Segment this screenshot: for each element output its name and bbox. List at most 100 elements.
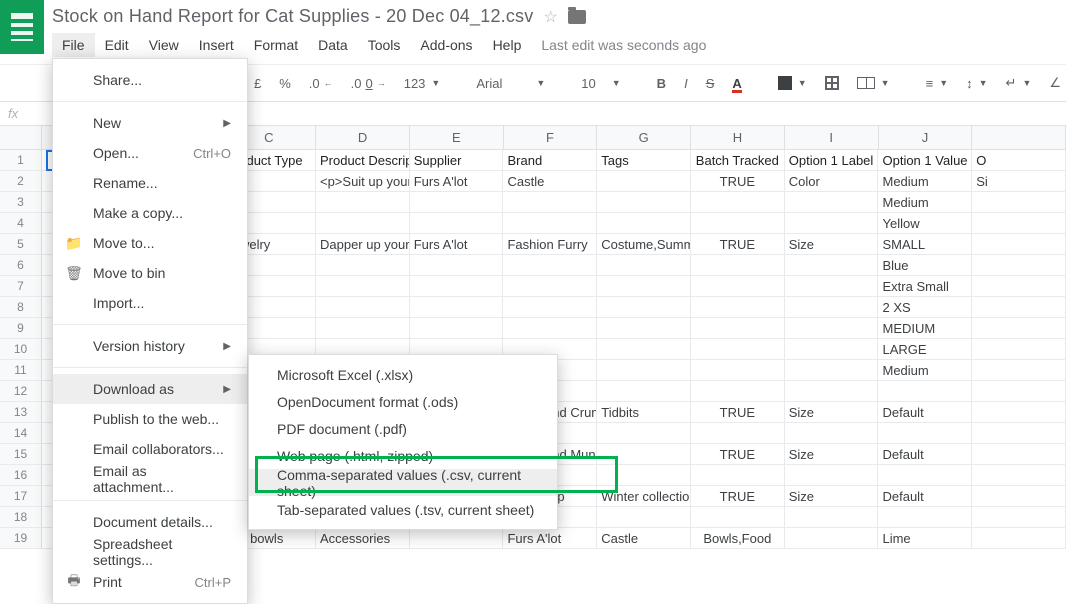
cell[interactable]: <p>Suit up your c [316,171,410,191]
cell[interactable]: TRUE [691,234,785,254]
cell[interactable]: Furs A'lot [410,171,504,191]
strike-button[interactable]: S [700,74,721,93]
cell[interactable] [316,318,410,338]
col-header[interactable]: G [597,126,691,149]
download-tab-separated-values-tsv-current-sheet[interactable]: Tab-separated values (.tsv, current shee… [249,496,557,523]
cell[interactable] [691,339,785,359]
file-menu-email-as-attachment[interactable]: Email as attachment... [53,464,247,494]
cell[interactable] [972,318,1066,338]
file-menu-email-collaborators[interactable]: Email collaborators... [53,434,247,464]
file-menu-rename[interactable]: Rename... [53,168,247,198]
cell[interactable]: 2 XS [878,297,972,317]
menu-help[interactable]: Help [483,33,532,57]
cell[interactable]: Extra Small [878,276,972,296]
download-microsoft-excel-xlsx[interactable]: Microsoft Excel (.xlsx) [249,361,557,388]
cell[interactable]: TRUE [691,444,785,464]
cell[interactable] [316,213,410,233]
cell[interactable] [503,213,597,233]
sheets-logo[interactable] [0,0,44,54]
cell[interactable] [597,255,691,275]
cell[interactable]: Fashion Furry [503,234,597,254]
currency-format[interactable]: £ [248,74,267,93]
cell[interactable] [316,255,410,275]
row-number[interactable]: 4 [0,213,42,233]
font-size[interactable]: 10▼ [575,74,626,93]
cell[interactable] [878,465,972,485]
cell[interactable] [597,192,691,212]
cell[interactable] [410,318,504,338]
cell[interactable] [785,528,879,548]
cell[interactable]: Si [972,171,1066,191]
cell[interactable] [597,213,691,233]
cell[interactable] [316,276,410,296]
borders[interactable] [819,74,845,92]
cell[interactable]: SMALL [878,234,972,254]
cell[interactable] [410,192,504,212]
file-menu-spreadsheet-settings[interactable]: Spreadsheet settings... [53,537,247,567]
cell[interactable] [597,276,691,296]
row-number[interactable]: 8 [0,297,42,317]
cell[interactable] [503,318,597,338]
cell[interactable]: Bowls,Food [691,528,785,548]
cell[interactable]: Brand [503,150,597,170]
menu-add-ons[interactable]: Add-ons [410,33,482,57]
row-number[interactable]: 3 [0,192,42,212]
cell[interactable] [691,360,785,380]
cell[interactable] [597,318,691,338]
menu-data[interactable]: Data [308,33,358,57]
last-edit[interactable]: Last edit was seconds ago [541,37,706,53]
row-number[interactable]: 12 [0,381,42,401]
cell[interactable] [691,255,785,275]
file-menu-move-to[interactable]: 📁Move to... [53,228,247,258]
cell[interactable] [785,297,879,317]
cell[interactable] [597,444,691,464]
folder-icon[interactable] [568,10,586,24]
cell[interactable]: TRUE [691,402,785,422]
file-menu-make-a-copy[interactable]: Make a copy... [53,198,247,228]
cell[interactable] [972,423,1066,443]
cell[interactable] [410,255,504,275]
col-header[interactable]: J [879,126,973,149]
menu-view[interactable]: View [139,33,189,57]
file-menu-new[interactable]: New▶ [53,108,247,138]
cell[interactable]: Color [785,171,879,191]
col-header[interactable]: I [785,126,879,149]
row-number[interactable]: 11 [0,360,42,380]
cell[interactable] [785,255,879,275]
cell[interactable]: Option 1 Value [878,150,972,170]
cell[interactable] [785,507,879,527]
more-formats[interactable]: 123▼ [398,74,447,93]
row-number[interactable]: 2 [0,171,42,191]
cell[interactable] [410,213,504,233]
cell[interactable]: Furs A'lot [410,234,504,254]
cell[interactable] [972,486,1066,506]
cell[interactable]: Tags [597,150,691,170]
file-menu-download-as[interactable]: Download as▶ [53,374,247,404]
cell[interactable] [972,276,1066,296]
cell[interactable] [410,528,504,548]
cell[interactable]: Supplier [410,150,504,170]
row-number[interactable]: 13 [0,402,42,422]
cell[interactable]: Castle [503,171,597,191]
file-menu-open[interactable]: Open...Ctrl+O [53,138,247,168]
cell[interactable] [597,297,691,317]
download-pdf-document-pdf[interactable]: PDF document (.pdf) [249,415,557,442]
cell[interactable] [597,360,691,380]
cell[interactable] [785,360,879,380]
file-menu-import[interactable]: Import... [53,288,247,318]
cell[interactable]: Castle [597,528,691,548]
row-number[interactable]: 17 [0,486,42,506]
cell[interactable] [878,507,972,527]
cell[interactable]: TRUE [691,486,785,506]
cell[interactable]: Medium [878,360,972,380]
cell[interactable] [691,213,785,233]
file-menu-document-details[interactable]: Document details... [53,507,247,537]
increase-decimal[interactable]: .00→ [345,74,392,93]
cell[interactable] [691,192,785,212]
file-menu-print[interactable]: 🖶PrintCtrl+P [53,567,247,597]
cell[interactable] [410,297,504,317]
cell[interactable] [785,381,879,401]
cell[interactable] [785,276,879,296]
row-number[interactable]: 9 [0,318,42,338]
cell[interactable] [972,528,1066,548]
